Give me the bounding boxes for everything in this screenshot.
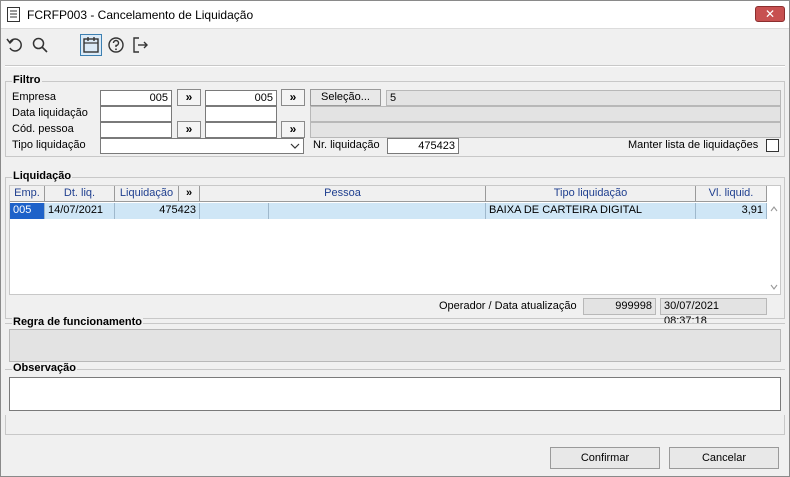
column-header-expand[interactable]: » — [179, 186, 200, 202]
exit-icon[interactable] — [129, 34, 151, 56]
operador-value: 999998 — [583, 298, 656, 315]
cell-vl-liquid[interactable]: 3,91 — [696, 203, 767, 219]
toolbar-separator — [5, 65, 785, 67]
empresa-label: Empresa — [12, 91, 57, 103]
empresa-from-expand-button[interactable]: » — [177, 89, 201, 106]
column-header-liquidacao[interactable]: Liquidação — [115, 186, 179, 202]
table-scrollbar[interactable] — [767, 186, 781, 294]
data-liquidacao-to-input[interactable] — [205, 106, 277, 122]
column-header-tipo-liquidacao[interactable]: Tipo liquidação — [486, 186, 696, 202]
empresa-to-expand-button[interactable]: » — [281, 89, 305, 106]
liquidacao-title: Liquidação — [12, 170, 73, 182]
help-icon[interactable] — [105, 34, 127, 56]
cod-pessoa-to-input[interactable] — [205, 122, 277, 138]
cancelar-button[interactable]: Cancelar — [669, 447, 779, 469]
bottom-frame — [5, 415, 785, 435]
data-liquidacao-from-input[interactable] — [100, 106, 172, 122]
selecao-value: 5 — [386, 90, 781, 106]
search-icon[interactable] — [29, 34, 51, 56]
filtro-title: Filtro — [12, 74, 42, 86]
cell-dt-liq[interactable]: 14/07/2021 — [45, 203, 115, 219]
column-header-vl-liquid[interactable]: Vl. liquid. — [696, 186, 767, 202]
observacao-title: Observação — [12, 362, 77, 374]
cod-pessoa-to-expand-button[interactable]: » — [281, 121, 305, 138]
operador-label: Operador / Data atualização — [439, 300, 577, 312]
manter-lista-label: Manter lista de liquidações — [628, 139, 759, 151]
chevron-down-icon — [290, 143, 300, 149]
selecao-button-label: Seleção... — [321, 91, 370, 103]
scroll-down-icon[interactable] — [770, 284, 778, 290]
empresa-to-input[interactable]: 005 — [205, 90, 277, 106]
selecao-button[interactable]: Seleção... — [310, 89, 381, 106]
regra-title: Regra de funcionamento — [12, 316, 143, 328]
title-bar: FCRFP003 - Cancelamento de Liquidação ✕ — [1, 1, 789, 29]
cell-pessoa[interactable] — [269, 203, 486, 219]
data-liquidacao-label: Data liquidação — [12, 107, 88, 119]
cod-pessoa-label: Cód. pessoa — [12, 123, 74, 135]
confirmar-button[interactable]: Confirmar — [550, 447, 660, 469]
scroll-up-icon[interactable] — [770, 206, 778, 212]
liquidacao-table[interactable]: Emp. Dt. liq. Liquidação » Pessoa Tipo l… — [9, 185, 781, 295]
cell-emp[interactable]: 005 — [10, 203, 45, 219]
column-header-emp[interactable]: Emp. — [10, 186, 45, 202]
confirmar-button-label: Confirmar — [580, 452, 630, 464]
cod-pessoa-from-expand-button[interactable]: » — [177, 121, 201, 138]
column-header-pessoa[interactable]: Pessoa — [200, 186, 486, 202]
tipo-liquidacao-select[interactable] — [100, 138, 304, 154]
nr-liquidacao-input[interactable]: 475423 — [387, 138, 459, 154]
cell-tipo-liquidacao[interactable]: BAIXA DE CARTEIRA DIGITAL — [486, 203, 696, 219]
table-row[interactable]: 005 14/07/2021 475423 BAIXA DE CARTEIRA … — [10, 203, 767, 219]
window-title: FCRFP003 - Cancelamento de Liquidação — [27, 8, 254, 22]
document-icon — [7, 7, 20, 22]
nr-liquidacao-label: Nr. liquidação — [313, 139, 380, 151]
empresa-from-input[interactable]: 005 — [100, 90, 172, 106]
data-liquidacao-display — [310, 106, 781, 122]
observacao-textarea[interactable] — [9, 377, 781, 411]
cell-extra[interactable] — [200, 203, 269, 219]
calendar-icon[interactable] — [80, 34, 102, 56]
main-window: FCRFP003 - Cancelamento de Liquidação ✕ … — [0, 0, 790, 477]
cell-liquidacao[interactable]: 475423 — [115, 203, 200, 219]
tipo-liquidacao-label: Tipo liquidação — [12, 139, 86, 151]
column-header-dt-liq[interactable]: Dt. liq. — [45, 186, 115, 202]
toolbar — [1, 30, 789, 60]
regra-text-area — [9, 329, 781, 362]
manter-lista-checkbox[interactable] — [766, 139, 779, 152]
close-button[interactable]: ✕ — [755, 6, 785, 22]
data-atualizacao-value: 30/07/2021 08:37:18 — [660, 298, 767, 327]
cod-pessoa-display — [310, 122, 781, 138]
undo-icon[interactable] — [4, 34, 26, 56]
cod-pessoa-from-input[interactable] — [100, 122, 172, 138]
cancelar-button-label: Cancelar — [701, 452, 747, 464]
